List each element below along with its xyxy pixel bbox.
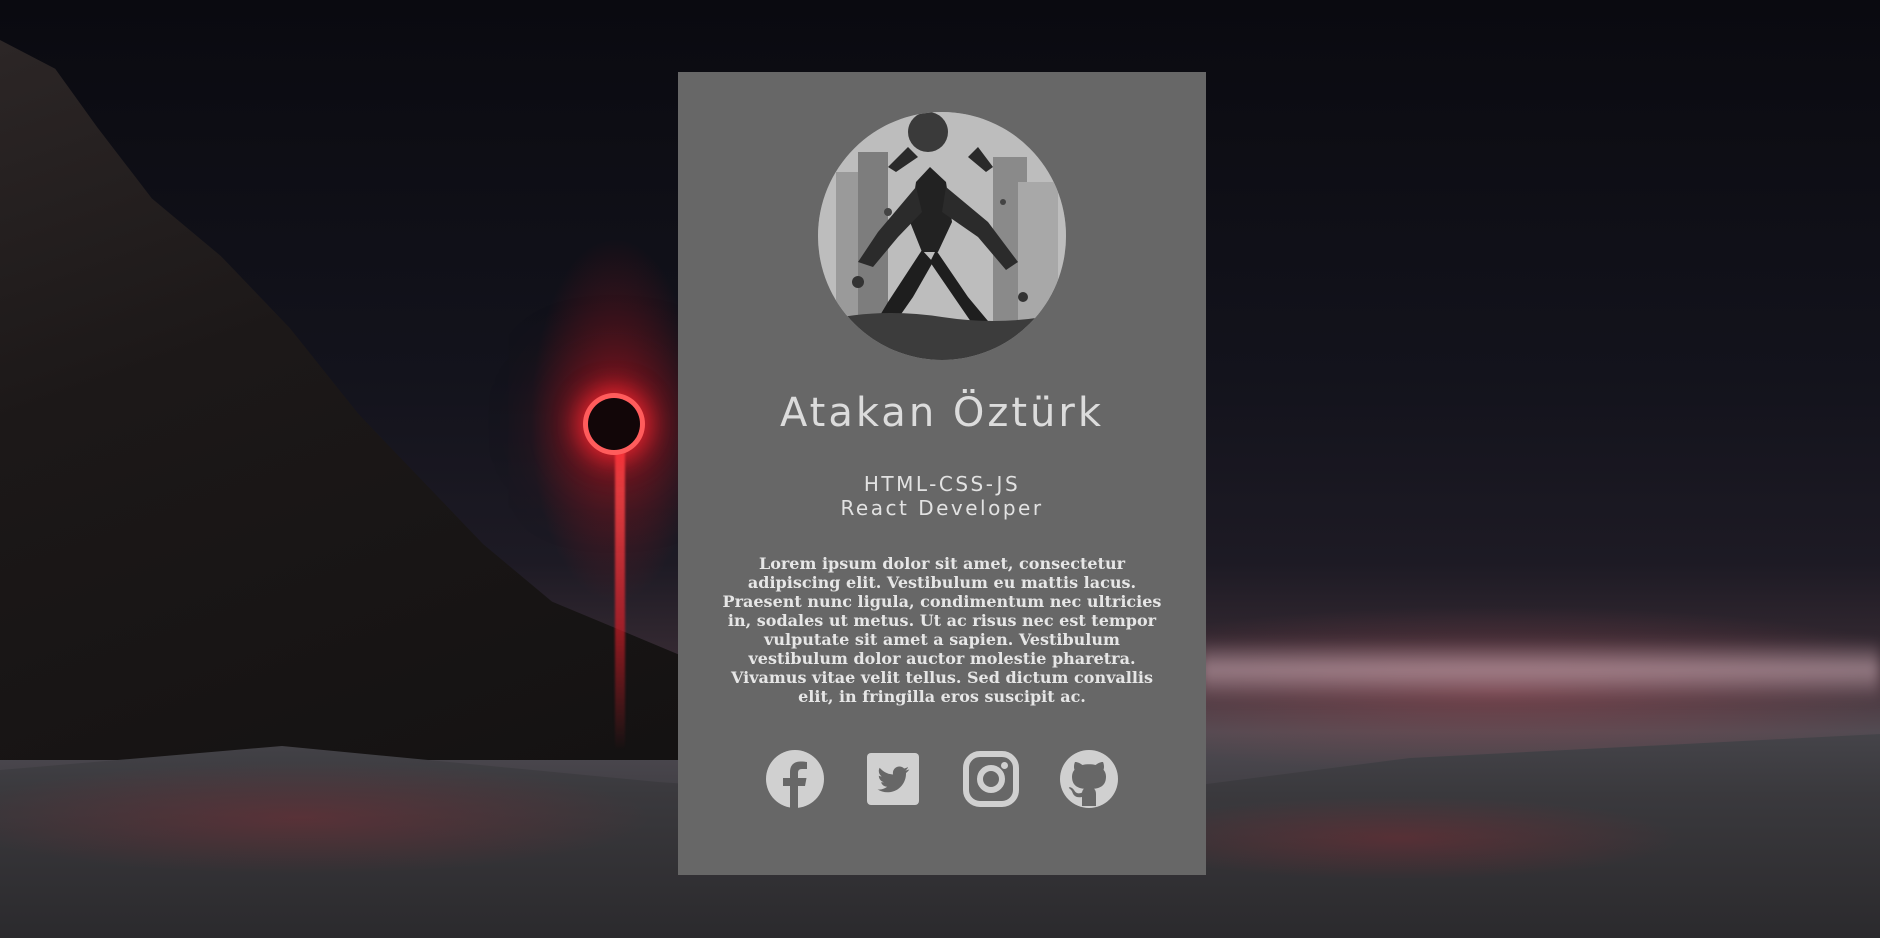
twitter-icon xyxy=(867,753,919,805)
profile-role-line2: React Developer xyxy=(840,496,1044,520)
social-links xyxy=(678,750,1206,808)
github-link[interactable] xyxy=(1060,750,1118,808)
instagram-icon xyxy=(963,751,1019,807)
profile-name: Atakan Öztürk xyxy=(779,390,1105,436)
profile-role-line1: HTML-CSS-JS xyxy=(863,472,1021,496)
background-horizon xyxy=(1200,640,1880,700)
background-light-beam xyxy=(615,440,625,750)
background-eclipse-sun xyxy=(588,398,640,450)
instagram-link[interactable] xyxy=(962,750,1020,808)
avatar xyxy=(818,112,1066,360)
profile-bio: Lorem ipsum dolor sit amet, consectetur … xyxy=(722,554,1162,706)
profile-role: HTML-CSS-JS React Developer xyxy=(678,472,1206,520)
github-icon xyxy=(1060,750,1118,808)
profile-card: Atakan Öztürk HTML-CSS-JS React Develope… xyxy=(678,72,1206,875)
twitter-link[interactable] xyxy=(864,750,922,808)
facebook-link[interactable] xyxy=(766,750,824,808)
facebook-icon xyxy=(766,750,824,808)
avatar-image xyxy=(818,112,1066,360)
background-cliff xyxy=(0,40,690,760)
